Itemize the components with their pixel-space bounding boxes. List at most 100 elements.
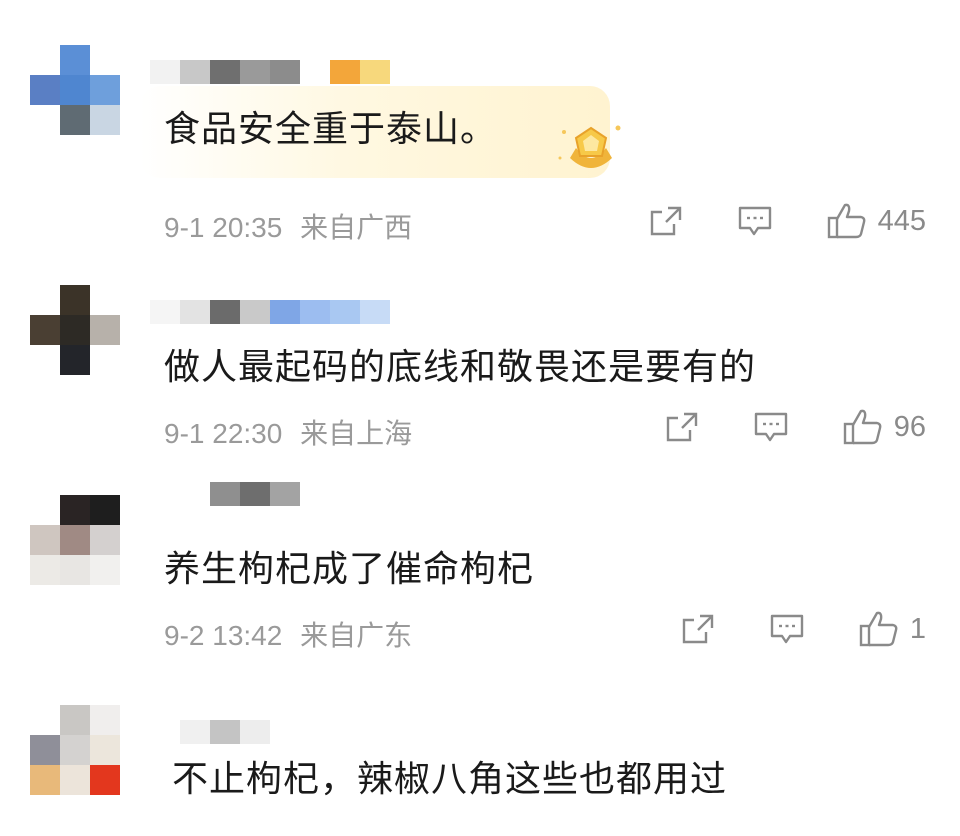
username-pixel xyxy=(300,482,330,506)
comment-text: 不止枸杞，辣椒八角这些也都用过 xyxy=(172,759,728,800)
username-pixel xyxy=(300,720,330,744)
avatar-pixel xyxy=(90,525,120,555)
share-icon xyxy=(680,612,716,646)
avatar-pixel xyxy=(30,285,60,315)
avatar-pixel xyxy=(30,105,60,135)
comment-time: 9-2 13:42 xyxy=(164,620,283,651)
comment-meta: 9-1 22:30 来自上海 xyxy=(164,412,412,452)
username-pixel xyxy=(180,720,210,744)
username-pixel xyxy=(150,482,180,506)
avatar[interactable] xyxy=(30,480,122,600)
username-pixel xyxy=(180,300,210,324)
comment-time: 9-1 20:35 xyxy=(164,212,283,243)
avatar-pixel xyxy=(90,345,120,375)
like-count: 445 xyxy=(877,204,926,237)
avatar-pixel xyxy=(90,45,120,75)
avatar-pixel xyxy=(60,345,90,375)
avatar-pixel xyxy=(60,315,90,345)
comment-icon xyxy=(736,204,774,238)
avatar-pixel xyxy=(90,705,120,735)
username-pixel xyxy=(150,720,180,744)
avatar-pixel xyxy=(90,555,120,585)
avatar-pixel xyxy=(90,285,120,315)
username-pixel xyxy=(330,300,360,324)
username-pixel xyxy=(360,720,390,744)
badge-icon xyxy=(556,118,626,178)
comment-text: 食品安全重于泰山。 xyxy=(164,109,498,150)
comment-item: 做人最起码的底线和敬畏还是要有的 9-1 22:30 来自上海 96 xyxy=(0,260,960,470)
username-pixel xyxy=(330,482,360,506)
username-pixel xyxy=(210,482,240,506)
reply-button[interactable] xyxy=(752,410,790,444)
username-pixel xyxy=(330,60,360,84)
comment-actions: 96 xyxy=(664,408,926,446)
comment-icon xyxy=(752,410,790,444)
like-button[interactable]: 96 xyxy=(842,408,926,446)
comment-meta: 9-1 20:35 来自广西 xyxy=(164,206,412,246)
avatar-pixel xyxy=(90,105,120,135)
comment-item: 养生枸杞成了催命枸杞 9-2 13:42 来自广东 1 xyxy=(0,470,960,670)
avatar-pixel xyxy=(60,555,90,585)
thumbs-up-icon xyxy=(858,610,900,648)
avatar-pixel xyxy=(90,315,120,345)
username-pixel xyxy=(180,60,210,84)
comment-location: 来自广东 xyxy=(300,620,413,651)
comment-actions: 1 xyxy=(680,610,926,648)
like-button[interactable]: 1 xyxy=(858,610,926,648)
avatar[interactable] xyxy=(30,30,122,150)
username-pixel xyxy=(210,60,240,84)
avatar-pixel xyxy=(60,45,90,75)
avatar-pixel xyxy=(30,345,60,375)
username-pixel xyxy=(300,300,330,324)
username-pixel xyxy=(240,300,270,324)
avatar-pixel xyxy=(60,75,90,105)
like-button[interactable]: 445 xyxy=(826,202,926,240)
avatar-pixel xyxy=(60,765,90,795)
reply-button[interactable] xyxy=(768,612,806,646)
username-pixel xyxy=(240,60,270,84)
username-pixel xyxy=(300,60,330,84)
avatar[interactable] xyxy=(30,690,122,810)
comment-location: 来自上海 xyxy=(300,418,413,449)
avatar-pixel xyxy=(90,495,120,525)
avatar-pixel xyxy=(60,735,90,765)
username-pixel xyxy=(270,60,300,84)
username-pixel xyxy=(360,482,390,506)
reply-button[interactable] xyxy=(736,204,774,238)
share-button[interactable] xyxy=(680,612,716,646)
avatar-pixel xyxy=(30,555,60,585)
avatar-pixel xyxy=(30,315,60,345)
thumbs-up-icon xyxy=(842,408,884,446)
avatar-pixel xyxy=(30,735,60,765)
username-pixel xyxy=(270,720,300,744)
comment-time: 9-1 22:30 xyxy=(164,418,283,449)
username-pixel xyxy=(330,720,360,744)
like-count: 1 xyxy=(909,612,926,645)
username-pixel xyxy=(150,60,180,84)
avatar[interactable] xyxy=(30,270,122,390)
username-pixel xyxy=(270,482,300,506)
comment-location: 来自广西 xyxy=(300,212,413,243)
thumbs-up-icon xyxy=(826,202,868,240)
avatar-pixel xyxy=(30,495,60,525)
share-icon xyxy=(648,204,684,238)
share-button[interactable] xyxy=(664,410,700,444)
username-pixel xyxy=(210,720,240,744)
comment-text: 养生枸杞成了催命枸杞 xyxy=(164,549,535,590)
username-pixel xyxy=(240,720,270,744)
avatar-pixel xyxy=(30,45,60,75)
username-pixel xyxy=(210,300,240,324)
share-button[interactable] xyxy=(648,204,684,238)
avatar-pixel xyxy=(60,105,90,135)
comment-icon xyxy=(768,612,806,646)
avatar-pixel xyxy=(90,75,120,105)
username-pixel xyxy=(180,482,210,506)
avatar-pixel xyxy=(60,525,90,555)
avatar-pixel xyxy=(60,285,90,315)
share-icon xyxy=(664,410,700,444)
comment-meta: 9-2 13:42 来自广东 xyxy=(164,614,412,654)
avatar-pixel xyxy=(30,705,60,735)
username-pixel xyxy=(240,482,270,506)
avatar-pixel xyxy=(30,765,60,795)
comment-actions: 445 xyxy=(648,202,926,240)
